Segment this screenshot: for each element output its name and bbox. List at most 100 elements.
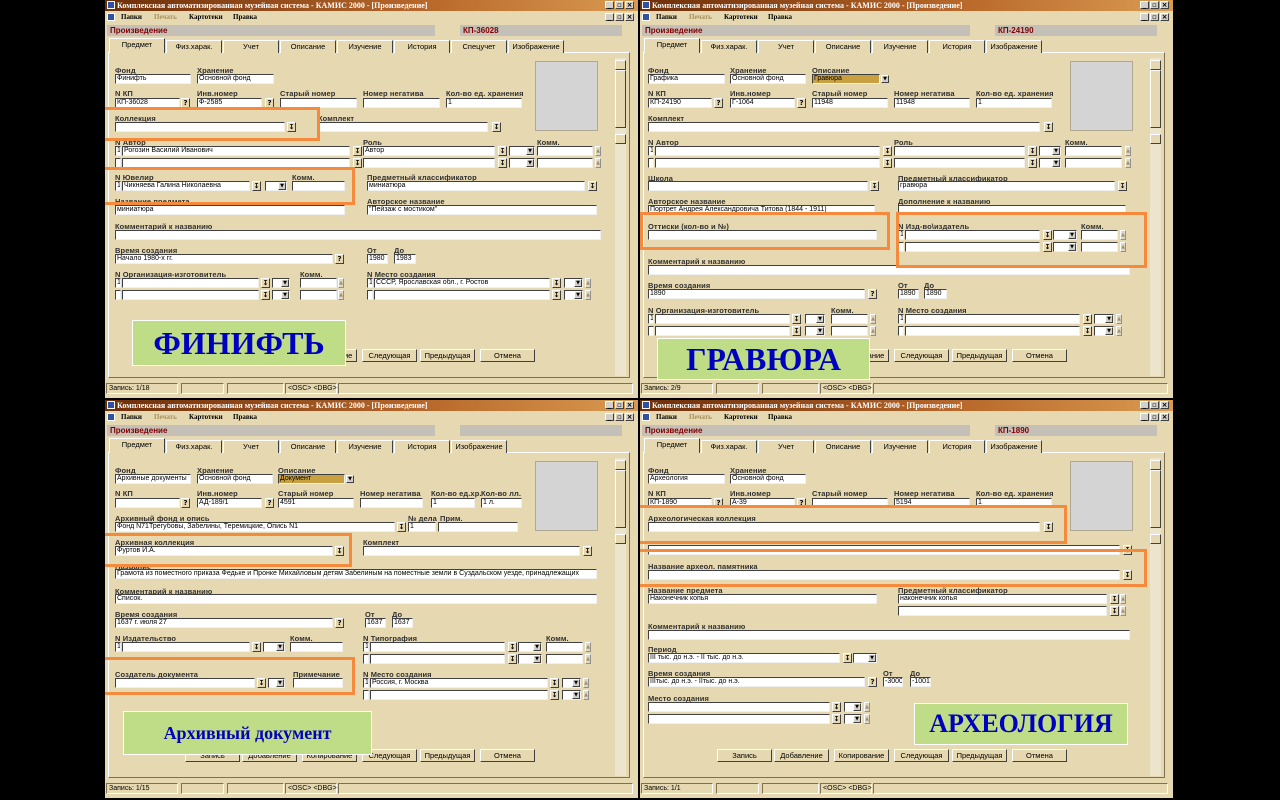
place2-input[interactable] [648, 714, 830, 724]
close-button[interactable]: × [1160, 1, 1169, 9]
comm2-input[interactable] [537, 158, 593, 168]
close-button[interactable]: × [625, 1, 634, 9]
tab-5[interactable]: Изучение [872, 40, 928, 53]
action-button-4[interactable]: Следующая [894, 749, 949, 762]
qualifier-combo[interactable]: ▼ [509, 146, 535, 156]
action-button-6[interactable]: Отмена [480, 749, 535, 762]
action-button-1[interactable]: Запись [717, 749, 772, 762]
row-number-box[interactable]: 1 [363, 678, 369, 688]
scrollbar-thumb[interactable] [615, 70, 626, 128]
lookup-dropdown-button[interactable]: ↧ [588, 181, 597, 191]
document-close-button[interactable]: × [625, 13, 634, 21]
tab-7[interactable]: Спецучет [451, 40, 507, 53]
role1-input[interactable]: Автор [363, 146, 495, 156]
to-input[interactable]: 1637 [392, 618, 413, 628]
lookup-dropdown-button[interactable]: ↧ [1110, 606, 1119, 616]
org2-input[interactable] [122, 290, 259, 300]
tab-2[interactable]: Физ.харак. [166, 40, 222, 53]
classifier-input[interactable]: наконечник копья [898, 594, 1107, 604]
row-scroll-spinner[interactable]: ▲ [1116, 314, 1122, 324]
menu-item-4[interactable]: Правка [768, 12, 792, 22]
menu-item-4[interactable]: Правка [233, 12, 257, 22]
row-number-box[interactable] [363, 690, 369, 700]
place2-input[interactable] [374, 290, 550, 300]
tab-4[interactable]: Описание [815, 40, 871, 53]
oc1-input[interactable] [300, 278, 337, 288]
document-close-button[interactable]: × [1160, 413, 1169, 421]
row-number-box[interactable]: 1 [363, 642, 369, 652]
image-preview[interactable] [535, 461, 598, 531]
oc1-input[interactable] [831, 314, 868, 324]
help-question-button[interactable]: ? [868, 289, 877, 299]
lookup-dropdown-button[interactable]: ↧ [492, 122, 501, 132]
row-scroll-spinner[interactable]: ▲ [864, 702, 870, 712]
lookup-dropdown-button[interactable]: ↧ [1118, 181, 1127, 191]
n_kp-input[interactable] [115, 498, 180, 508]
set-input[interactable] [363, 546, 580, 556]
action-button-5[interactable]: Предыдущая [952, 349, 1007, 362]
action-button-4[interactable]: Следующая [894, 349, 949, 362]
neg-input[interactable] [363, 98, 440, 108]
role2-input[interactable] [363, 158, 495, 168]
row-number-box[interactable]: 1 [898, 314, 904, 324]
lookup-dropdown-button[interactable]: ↧ [883, 158, 892, 168]
qty-input[interactable]: 1 [446, 98, 522, 108]
help-question-button[interactable]: ? [868, 677, 877, 687]
qualifier-combo[interactable]: ▼ [805, 326, 825, 336]
qualifier-combo[interactable]: ▼ [564, 290, 583, 300]
scroll-down-button[interactable] [615, 134, 626, 144]
lookup-dropdown-button[interactable]: ↧ [550, 678, 559, 688]
action-button-5[interactable]: Предыдущая [420, 749, 475, 762]
inv-input[interactable]: Г-1064 [730, 98, 795, 108]
tab-3[interactable]: Учет [223, 440, 279, 453]
minimize-button[interactable]: _ [605, 401, 614, 409]
lookup-dropdown-button[interactable]: ↧ [870, 181, 879, 191]
item_name-input[interactable]: миниатюра [115, 205, 345, 215]
document-maximize-button[interactable]: ▫ [615, 13, 624, 21]
scroll-up-button[interactable] [1150, 60, 1161, 70]
action-button-2[interactable]: Добавление [774, 749, 829, 762]
scroll-down-button[interactable] [1150, 534, 1161, 544]
row-scroll-spinner[interactable]: ▲ [583, 690, 589, 700]
tab-3[interactable]: Учет [758, 40, 814, 53]
minimize-button[interactable]: _ [1140, 401, 1149, 409]
fond-input[interactable]: Археология [648, 474, 725, 484]
comment-input[interactable]: Список. [115, 594, 597, 604]
prc1-input[interactable] [546, 642, 583, 652]
comment-input[interactable] [115, 230, 601, 240]
lookup-dropdown-button[interactable]: ↧ [508, 654, 517, 664]
place2-input[interactable] [370, 690, 548, 700]
tab-6[interactable]: История [929, 440, 985, 453]
help-question-button[interactable]: ? [714, 98, 723, 108]
row-number-box[interactable] [363, 654, 369, 664]
tab-3[interactable]: Учет [223, 40, 279, 53]
qualifier-combo[interactable]: ▼ [562, 678, 581, 688]
maximize-button[interactable]: ▫ [1150, 1, 1159, 9]
role1-input[interactable] [894, 146, 1025, 156]
place-input[interactable]: Россия, г. Москва [370, 678, 548, 688]
set-input[interactable] [648, 122, 1040, 132]
qualifier-combo[interactable]: ▼ [1094, 314, 1114, 324]
qualifier-combo[interactable]: ▼ [1094, 326, 1114, 336]
author2-input[interactable] [655, 158, 880, 168]
scroll-up-button[interactable] [1150, 460, 1161, 470]
action-button-3[interactable]: Копирование [834, 749, 889, 762]
scrollbar-thumb[interactable] [1150, 470, 1161, 528]
note-input[interactable] [438, 522, 518, 532]
created-input[interactable]: IIIтыс. до н.э. - IIтыс. до н.э. [648, 677, 865, 687]
document-minimize-button[interactable]: _ [1140, 13, 1149, 21]
minimize-button[interactable]: _ [1140, 1, 1149, 9]
action-button-4[interactable]: Следующая [362, 349, 417, 362]
scroll-down-button[interactable] [1150, 134, 1161, 144]
lookup-dropdown-button[interactable]: ↧ [792, 326, 801, 336]
help-question-button[interactable]: ? [181, 498, 190, 508]
storage-input[interactable]: Основной фонд [730, 74, 806, 84]
row-number-box[interactable]: 1 [648, 314, 654, 324]
document-minimize-button[interactable]: _ [605, 13, 614, 21]
row-scroll-spinner[interactable]: ▲ [1120, 594, 1126, 604]
select-arrow-icon[interactable]: ▼ [881, 75, 889, 83]
qualifier-combo[interactable]: ▼ [564, 278, 583, 288]
action-button-5[interactable]: Предыдущая [420, 349, 475, 362]
author_title-input[interactable]: "Пейзаж с мостиком" [367, 205, 597, 215]
action-button-6[interactable]: Отмена [480, 349, 535, 362]
